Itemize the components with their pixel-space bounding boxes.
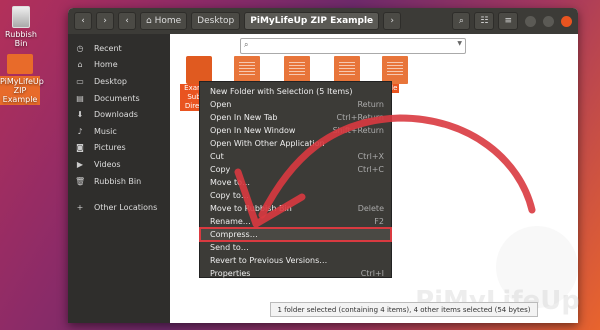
status-bar: 1 folder selected (containing 4 items), … (270, 302, 538, 317)
annotation-arrow (234, 114, 536, 228)
